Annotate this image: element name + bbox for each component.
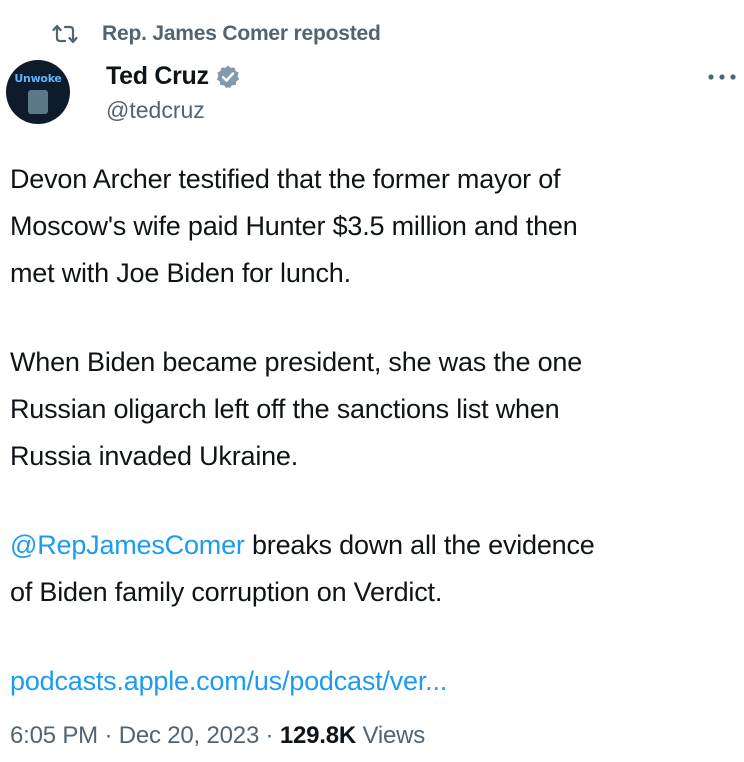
mention-link[interactable]: @RepJamesComer — [10, 530, 245, 560]
tweet-date[interactable]: Dec 20, 2023 — [119, 722, 260, 749]
author-name-row: Ted Cruz — [106, 62, 241, 91]
avatar-figure — [28, 90, 48, 114]
repost-icon — [52, 24, 78, 44]
repost-context[interactable]: Rep. James Comer reposted — [52, 20, 381, 48]
repost-label: Rep. James Comer reposted — [102, 22, 381, 45]
tweet-paragraph-1: Devon Archer testified that the former m… — [10, 164, 578, 288]
more-options-icon[interactable] — [706, 72, 738, 82]
views-count[interactable]: 129.8K — [280, 722, 356, 749]
author-handle[interactable]: @tedcruz — [106, 97, 205, 124]
avatar[interactable]: Unwoke — [6, 60, 70, 124]
avatar-logo-text: Unwoke — [14, 72, 62, 85]
tweet-time[interactable]: 6:05 PM — [10, 722, 98, 749]
podcast-link[interactable]: podcasts.apple.com/us/podcast/ver... — [10, 666, 447, 696]
tweet-paragraph-4: podcasts.apple.com/us/podcast/ver... — [10, 658, 730, 705]
meta-separator: · — [259, 722, 280, 749]
author-display-name[interactable]: Ted Cruz — [106, 62, 209, 91]
tweet-text: Devon Archer testified that the former m… — [10, 156, 730, 747]
tweet-paragraph-2: When Biden became president, she was the… — [10, 347, 583, 471]
views-label: Views — [356, 722, 426, 749]
verified-badge-icon[interactable] — [215, 64, 241, 90]
tweet-metadata: 6:05 PM · Dec 20, 2023 · 129.8K Views — [10, 722, 425, 750]
meta-separator: · — [97, 722, 119, 749]
tweet-card[interactable]: Rep. James Comer reposted Unwoke Ted Cru… — [0, 0, 744, 762]
tweet-paragraph-3: @RepJamesComer breaks down all the evide… — [10, 522, 730, 616]
